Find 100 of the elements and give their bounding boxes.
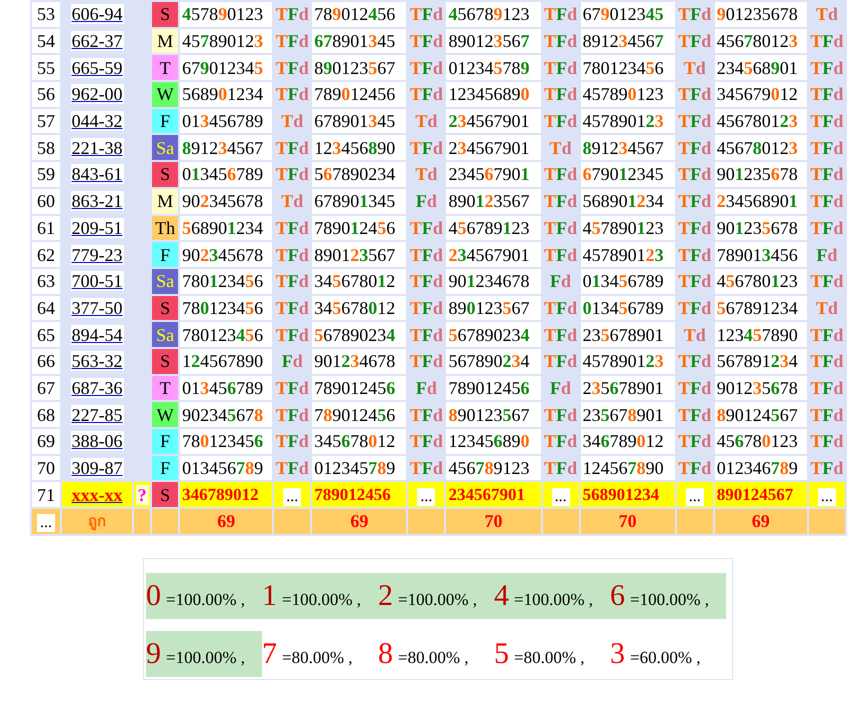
flag-label: TFd — [810, 191, 844, 212]
number-cell: 901234678 — [446, 268, 541, 294]
code-link[interactable]: 863-21 — [70, 191, 124, 212]
legend-item: 5 =80.00% , — [494, 636, 586, 672]
row-number: 67 — [32, 376, 60, 400]
flag-label: TFd — [678, 191, 712, 212]
pending-mark: ... — [686, 488, 704, 506]
row-number: 70 — [32, 456, 60, 480]
flag-label: Fd — [282, 351, 303, 372]
number-cell: 789012456 — [312, 216, 406, 240]
number-cell: 780123456 — [180, 296, 272, 320]
number-cell: 123456890 — [446, 429, 541, 454]
code-link[interactable]: 962-00 — [70, 84, 124, 104]
flag-label: TFd — [276, 244, 309, 265]
number-cell: 013456789 — [580, 268, 675, 294]
number-cell: 567890234 — [312, 322, 406, 347]
number-cell: 456789123 — [446, 2, 541, 27]
code-link[interactable]: 227-85 — [70, 404, 124, 425]
number-cell: 901234678 — [312, 348, 406, 374]
flag-label: TFd — [678, 218, 712, 238]
number-cell: 012345789 — [312, 456, 406, 480]
flag-label: TFd — [544, 218, 578, 238]
code-link[interactable]: 044-32 — [70, 111, 124, 132]
flag-label: TFd — [410, 31, 443, 52]
flag-label: TFd — [544, 431, 578, 452]
number-cell: 124567890 — [180, 348, 272, 374]
code-link[interactable]: 388-06 — [70, 431, 124, 452]
code-link[interactable]: 843-61 — [70, 164, 124, 184]
number-cell: 567890234 — [446, 348, 541, 374]
day-cell: F — [152, 108, 178, 134]
row-number: 69 — [32, 429, 60, 454]
code-link[interactable]: 687-36 — [70, 378, 124, 398]
row-number: 55 — [32, 55, 60, 80]
flag-label: TFd — [410, 404, 443, 425]
number-cell: 780123456 — [180, 429, 272, 454]
number-cell: 890123567 — [312, 55, 406, 80]
pending-mark: ... — [417, 488, 436, 506]
number-cell: 456780123 — [714, 268, 807, 294]
code-link[interactable]: 221-38 — [70, 138, 124, 158]
number-cell: 678901345 — [312, 108, 406, 134]
number-cell: 679012345 — [180, 55, 272, 80]
number-cell: 902345678 — [180, 402, 272, 427]
flag-label: TFd — [810, 324, 844, 345]
flag-label: TFd — [276, 58, 309, 78]
number-cell: 456780123 — [714, 28, 807, 54]
code-link[interactable]: 309-87 — [70, 458, 124, 478]
count-cell: 70 — [446, 509, 541, 534]
number-cell: 456780123 — [714, 135, 807, 160]
number-cell: 567891234 — [714, 296, 807, 320]
flag-label: TFd — [410, 84, 443, 104]
number-cell: 789012456 — [312, 2, 406, 27]
flag-label: TFd — [678, 351, 712, 372]
flag-label: TFd — [410, 58, 443, 78]
number-cell: 235678901 — [580, 322, 675, 347]
code-link[interactable]: 894-54 — [70, 324, 124, 345]
flag-label: TFd — [544, 324, 578, 345]
code-link[interactable]: 665-59 — [70, 58, 124, 78]
number-cell: 679012345 — [580, 2, 675, 27]
code-link[interactable]: 779-23 — [70, 244, 124, 265]
legend-item: 6 =100.00% , — [610, 572, 726, 619]
number-cell: 890124567 — [714, 402, 807, 427]
flag-label: TFd — [276, 324, 309, 345]
number-cell: 234567901 — [446, 162, 541, 187]
day-cell: Sa — [152, 268, 178, 294]
count-cell: 69 — [714, 509, 807, 534]
number-cell: 013456789 — [180, 456, 272, 480]
row-number: 60 — [32, 188, 60, 214]
flag-label: TFd — [810, 58, 844, 78]
number-cell: 345679012 — [714, 82, 807, 107]
day-cell: Sa — [152, 322, 178, 347]
number-cell: 789012456 — [312, 82, 406, 107]
day-cell: W — [152, 82, 178, 107]
flag-label: TFd — [544, 404, 578, 425]
day-cell: T — [152, 55, 178, 80]
flag-label: TFd — [678, 31, 712, 52]
flag-label: TFd — [276, 31, 309, 52]
code-link[interactable]: 563-32 — [70, 351, 124, 372]
number-cell: 123456890 — [312, 135, 406, 160]
code-link[interactable]: 700-51 — [70, 271, 124, 292]
row-number: 57 — [32, 108, 60, 134]
flag-label: Td — [415, 111, 438, 132]
number-cell: 234567901 — [446, 135, 541, 160]
number-cell: 346789012 — [180, 482, 272, 508]
number-cell: 567890234 — [312, 162, 406, 187]
flag-label: TFd — [276, 138, 309, 158]
flag-label: TFd — [544, 244, 578, 265]
flag-label: TFd — [544, 164, 578, 184]
number-cell: 234567901 — [446, 482, 541, 508]
flag-label: Td — [816, 298, 838, 318]
code-link[interactable]: 606-94 — [70, 4, 124, 24]
code-link[interactable]: 377-50 — [70, 298, 124, 318]
number-cell: 457890123 — [180, 28, 272, 54]
number-cell: 457890123 — [580, 216, 675, 240]
flag-label: TFd — [276, 431, 309, 452]
number-cell: 012346789 — [714, 456, 807, 480]
code-link[interactable]: 662-37 — [70, 31, 124, 52]
row-number: 61 — [32, 216, 60, 240]
flag-label: TFd — [544, 458, 578, 478]
code-link[interactable]: 209-51 — [70, 218, 124, 238]
flag-label: TFd — [410, 431, 443, 452]
